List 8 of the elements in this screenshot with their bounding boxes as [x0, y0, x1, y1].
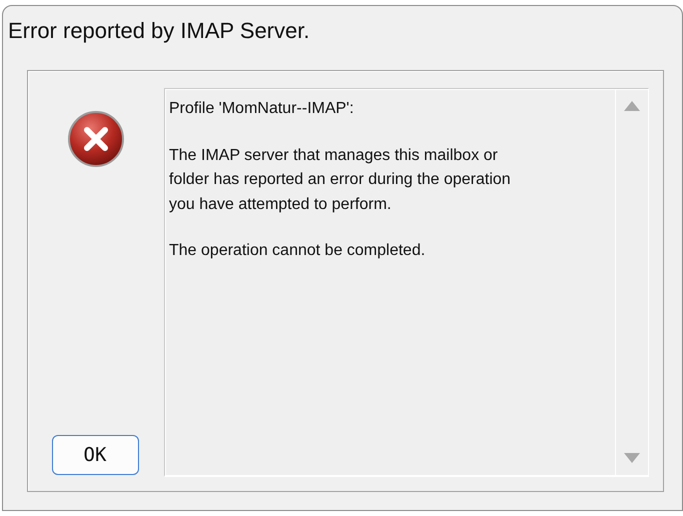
- message-text: The operation cannot be completed.: [169, 241, 426, 261]
- scroll-down-icon[interactable]: [624, 453, 640, 463]
- window-title: Error reported by IMAP Server.: [8, 17, 311, 45]
- message-text: Profile 'MomNatur--IMAP':: [169, 99, 355, 119]
- ok-button[interactable]: OK: [52, 435, 138, 475]
- message-text: The IMAP server that manages this mailbox or folder has reported an error during the operation you have attempted to perform.: [169, 146, 512, 214]
- scroll-up-icon[interactable]: [624, 101, 640, 111]
- error-icon: [67, 110, 125, 168]
